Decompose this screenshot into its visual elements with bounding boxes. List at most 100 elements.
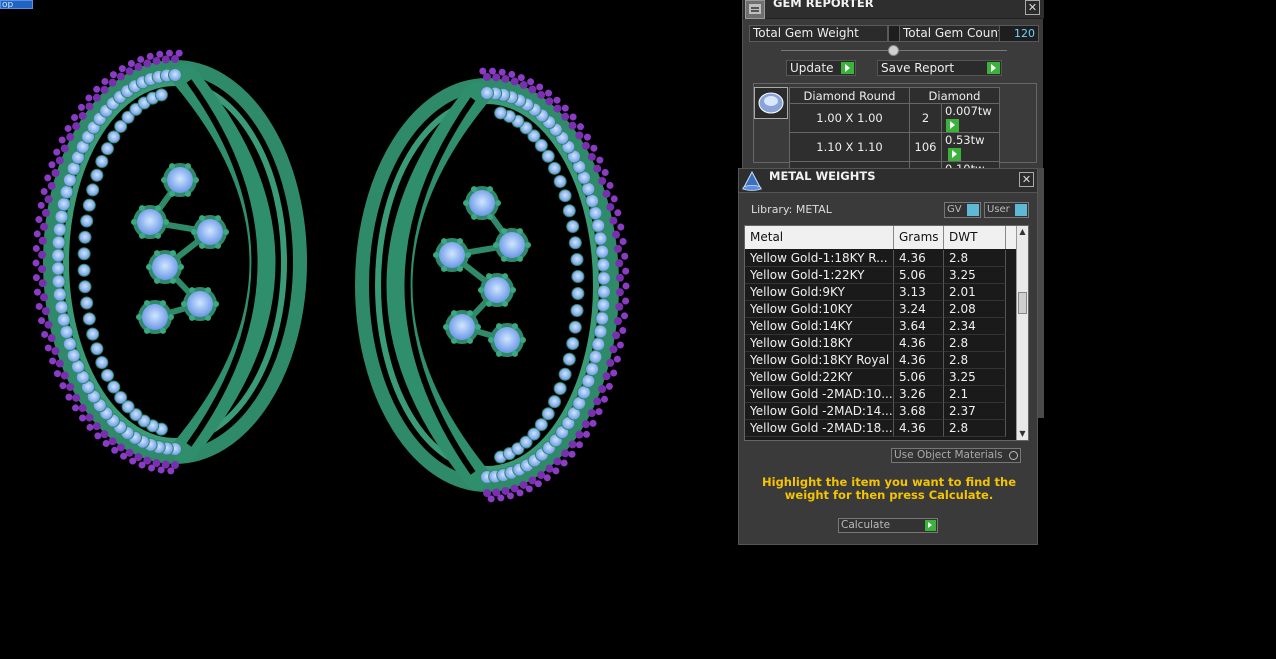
metal-table-row[interactable]: Yellow Gold:9KY 3.13 2.01 xyxy=(745,284,1018,301)
scroll-down-arrow-icon[interactable]: ▼ xyxy=(1017,428,1028,440)
gem-size: 1.10 X 1.10 xyxy=(789,132,910,162)
total-gem-weight-label: Total Gem Weight xyxy=(749,25,888,42)
metal-dwt-cell: 2.37 xyxy=(944,403,1006,420)
metal-name-cell: Yellow Gold -2MAD:10... xyxy=(745,386,894,403)
play-arrow-icon xyxy=(925,520,936,531)
gem-weight: 0.53tw xyxy=(945,133,985,147)
gem-reporter-close-icon[interactable]: ✕ xyxy=(1025,0,1040,15)
gem-row[interactable]: 1.10 X 1.10 106 0.53tw xyxy=(789,132,1000,162)
toggle-indicator-icon xyxy=(1015,204,1027,216)
gem-count: 106 xyxy=(909,132,942,162)
panel-divider xyxy=(1038,168,1044,418)
metal-name-cell: Yellow Gold -2MAD:14... xyxy=(745,403,894,420)
radio-icon xyxy=(1009,451,1018,460)
metal-name-cell: Yellow Gold:18KY Royal xyxy=(745,352,894,369)
save-report-button-label: Save Report xyxy=(881,61,955,75)
metal-table-row[interactable]: Yellow Gold -2MAD:10... 3.26 2.1 xyxy=(745,386,1018,403)
gem-reporter-panel: GEM REPORTER ✕ Total Gem Weight .63 Tota… xyxy=(742,0,1044,191)
column-header-metal[interactable]: Metal xyxy=(745,226,894,249)
gv-toggle[interactable]: GV xyxy=(944,202,981,218)
library-label: Library: METAL xyxy=(751,203,832,216)
metal-table: Metal Grams DWT Yellow Gold-1:18KY R... 4… xyxy=(744,225,1029,441)
earring-render xyxy=(32,49,630,503)
gem-size-slider-handle[interactable] xyxy=(888,45,899,56)
metal-table-row[interactable]: Yellow Gold:18KY 4.36 2.8 xyxy=(745,335,1018,352)
gem-size: 1.00 X 1.00 xyxy=(789,103,910,133)
metal-table-row[interactable]: Yellow Gold:14KY 3.64 2.34 xyxy=(745,318,1018,335)
metal-table-row[interactable]: Yellow Gold-1:22KY 5.06 3.25 xyxy=(745,267,1018,284)
right-earring-model xyxy=(355,67,630,503)
user-toggle[interactable]: User xyxy=(984,202,1029,218)
total-gem-count-value: 120 xyxy=(999,25,1039,42)
use-object-materials-label: Use Object Materials xyxy=(894,449,1003,461)
user-toggle-label: User xyxy=(987,204,1010,215)
metal-table-header: Metal Grams DWT xyxy=(745,226,1018,249)
metal-grams-cell: 3.26 xyxy=(894,386,944,403)
gem-count: 2 xyxy=(909,103,942,133)
metal-grams-cell: 5.06 xyxy=(894,267,944,284)
play-arrow-icon[interactable] xyxy=(946,119,959,132)
gem-weight: 0.007tw xyxy=(945,104,992,118)
metal-name-cell: Yellow Gold-1:22KY xyxy=(745,267,894,284)
metal-grams-cell: 4.36 xyxy=(894,250,944,267)
metal-dwt-cell: 3.25 xyxy=(944,267,1006,284)
gem-reporter-logo-icon xyxy=(745,0,765,19)
metal-grams-cell: 4.36 xyxy=(894,420,944,437)
metal-table-row[interactable]: Yellow Gold:10KY 3.24 2.08 xyxy=(745,301,1018,318)
metal-name-cell: Yellow Gold-1:18KY R... xyxy=(745,250,894,267)
play-arrow-icon[interactable] xyxy=(948,148,961,161)
update-button[interactable]: Update xyxy=(786,60,856,76)
metal-name-cell: Yellow Gold -2MAD:18... xyxy=(745,420,894,437)
metal-dwt-cell: 2.01 xyxy=(944,284,1006,301)
metal-grams-cell: 3.13 xyxy=(894,284,944,301)
metal-table-row[interactable]: Yellow Gold:22KY 5.06 3.25 xyxy=(745,369,1018,386)
metal-dwt-cell: 2.34 xyxy=(944,318,1006,335)
scrollbar-thumb[interactable] xyxy=(1018,292,1027,314)
scroll-up-arrow-icon[interactable]: ▲ xyxy=(1017,226,1028,238)
play-arrow-icon xyxy=(841,62,854,74)
metal-table-row[interactable]: Yellow Gold:18KY Royal 4.36 2.8 xyxy=(745,352,1018,369)
metal-name-cell: Yellow Gold:22KY xyxy=(745,369,894,386)
metal-grams-cell: 3.24 xyxy=(894,301,944,318)
metal-grams-cell: 4.36 xyxy=(894,335,944,352)
metal-dwt-cell: 2.8 xyxy=(944,352,1006,369)
3d-viewport[interactable]: op xyxy=(0,0,738,659)
metal-name-cell: Yellow Gold:9KY xyxy=(745,284,894,301)
column-header-grams[interactable]: Grams xyxy=(894,226,944,249)
calculate-button-label: Calculate xyxy=(841,519,891,531)
metal-name-cell: Yellow Gold:10KY xyxy=(745,301,894,318)
gv-toggle-label: GV xyxy=(947,204,962,215)
metal-weights-logo-icon xyxy=(742,171,762,191)
metal-weights-title: METAL WEIGHTS xyxy=(769,169,876,183)
toggle-indicator-icon xyxy=(967,204,979,216)
metal-grams-cell: 3.64 xyxy=(894,318,944,335)
metal-dwt-cell: 2.8 xyxy=(944,420,1006,437)
metal-dwt-cell: 2.8 xyxy=(944,250,1006,267)
metal-table-row[interactable]: Yellow Gold -2MAD:18... 4.36 2.8 xyxy=(745,420,1018,437)
metal-dwt-cell: 2.08 xyxy=(944,301,1006,318)
metal-dwt-cell: 2.8 xyxy=(944,335,1006,352)
metal-name-cell: Yellow Gold:14KY xyxy=(745,318,894,335)
metal-grams-cell: 4.36 xyxy=(894,352,944,369)
metal-grams-cell: 5.06 xyxy=(894,369,944,386)
save-report-button[interactable]: Save Report xyxy=(877,60,1002,76)
gem-row[interactable]: 1.00 X 1.00 2 0.007tw xyxy=(789,103,1000,133)
metal-dwt-cell: 2.1 xyxy=(944,386,1006,403)
calculate-button[interactable]: Calculate xyxy=(838,518,938,533)
gem-reporter-titlebar[interactable]: GEM REPORTER ✕ xyxy=(743,0,1044,19)
metal-name-cell: Yellow Gold:18KY xyxy=(745,335,894,352)
gem-reporter-title: GEM REPORTER xyxy=(773,0,874,10)
metal-table-scrollbar[interactable]: ▲ ▼ xyxy=(1016,226,1028,440)
metal-weights-panel: METAL WEIGHTS ✕ Library: METAL GV User M… xyxy=(738,168,1038,545)
metal-dwt-cell: 3.25 xyxy=(944,369,1006,386)
metal-table-row[interactable]: Yellow Gold-1:18KY R... 4.36 2.8 xyxy=(745,250,1018,267)
round-diamond-icon[interactable] xyxy=(754,87,788,119)
use-object-materials-option[interactable]: Use Object Materials xyxy=(891,448,1021,463)
column-header-dwt[interactable]: DWT xyxy=(944,226,1006,249)
gem-shape-header: Diamond Round xyxy=(789,87,910,104)
calculate-hint-text: Highlight the item you want to find the … xyxy=(762,475,1016,502)
metal-weights-titlebar[interactable]: METAL WEIGHTS ✕ xyxy=(739,169,1037,193)
metal-weights-close-icon[interactable]: ✕ xyxy=(1019,172,1034,187)
metal-table-row[interactable]: Yellow Gold -2MAD:14... 3.68 2.37 xyxy=(745,403,1018,420)
metal-grams-cell: 3.68 xyxy=(894,403,944,420)
